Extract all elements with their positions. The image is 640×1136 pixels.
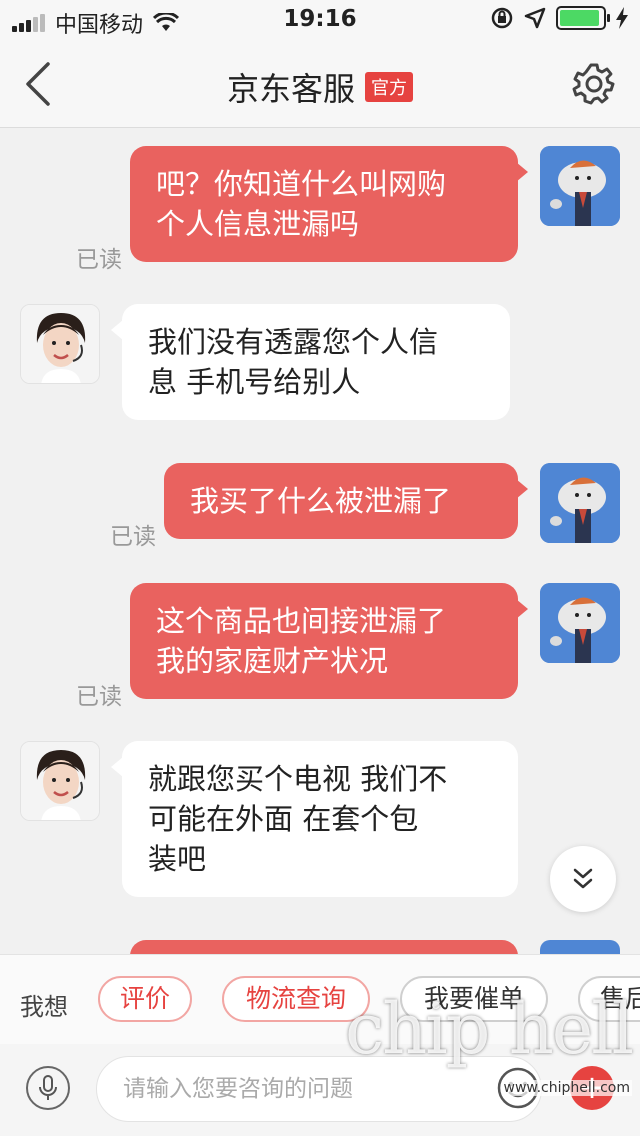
message-line: 个人信息泄漏吗 [156, 207, 360, 241]
chevron-double-down-icon [573, 868, 593, 889]
title-group: 京东客服 官方 [0, 64, 640, 110]
agent-avatar[interactable] [20, 741, 100, 821]
message-bubble-agent[interactable]: 就跟您买个电视 我们不 可能在外面 在套个包 装吧 [111, 741, 518, 897]
voice-button[interactable] [26, 1066, 70, 1110]
user-avatar[interactable] [540, 583, 620, 663]
quick-action-bar: 我想 评价 物流查询 我要催单 售后 [0, 954, 640, 1044]
message-row-user: 我买了什么被泄漏了 已读 [0, 463, 640, 553]
more-button[interactable]: + [570, 1066, 614, 1110]
message-line: 吧？你知道什么叫网购 [156, 167, 447, 201]
lock-rotation-icon [491, 7, 513, 29]
gear-icon[interactable] [572, 62, 616, 106]
user-avatar-icon [540, 463, 620, 543]
status-bar: 中国移动 19:16 [0, 0, 640, 40]
message-row-agent: 我们没有透露您个人信 息 手机号给别人 [0, 304, 640, 434]
user-avatar[interactable] [540, 146, 620, 226]
input-bar: 请输入您要咨询的问题 + [0, 1044, 640, 1136]
quick-action-label: 我想 [20, 993, 68, 1021]
agent-avatar-icon [21, 742, 99, 820]
location-arrow-icon [524, 7, 546, 29]
page-title: 京东客服 [226, 70, 355, 108]
message-line: 可能在外面 在套个包 [148, 802, 419, 836]
chat-area[interactable]: 吧？你知道什么叫网购 个人信息泄漏吗 已读 我们没有透露您个人信 息 手机号给别… [0, 128, 640, 954]
user-avatar-icon [540, 146, 620, 226]
user-avatar-partial [540, 940, 620, 954]
read-status: 已读 [76, 247, 122, 273]
message-bubble-agent[interactable]: 我们没有透露您个人信 息 手机号给别人 [111, 304, 510, 420]
message-line: 我的家庭财产状况 [156, 644, 389, 678]
message-line: 息 手机号给别人 [148, 365, 361, 399]
message-bubble-user-partial[interactable] [130, 940, 518, 954]
message-line: 装吧 [148, 842, 207, 876]
message-line: 我们没有透露您个人信 [148, 325, 439, 359]
nav-bar: 京东客服 官方 [0, 40, 640, 128]
message-line: 这个商品也间接泄漏了 [156, 604, 447, 638]
chip-review[interactable]: 评价 [98, 976, 192, 1022]
charging-bolt-icon [616, 7, 628, 29]
mic-icon [39, 1075, 57, 1100]
user-avatar-icon [540, 583, 620, 663]
message-input[interactable]: 请输入您要咨询的问题 [96, 1056, 542, 1122]
message-row-user: 这个商品也间接泄漏了 我的家庭财产状况 已读 [0, 583, 640, 713]
chip-after-sales[interactable]: 售后 [578, 976, 640, 1022]
message-row-user: 吧？你知道什么叫网购 个人信息泄漏吗 已读 [0, 146, 640, 276]
message-line: 就跟您买个电视 我们不 [148, 762, 448, 796]
message-bubble-user[interactable]: 我买了什么被泄漏了 [164, 463, 528, 539]
message-row-agent: 就跟您买个电视 我们不 可能在外面 在套个包 装吧 [0, 741, 640, 911]
chip-urge-order[interactable]: 我要催单 [400, 976, 548, 1022]
message-row-user-partial [0, 940, 640, 954]
official-badge: 官方 [365, 72, 413, 102]
user-avatar[interactable] [540, 463, 620, 543]
emoji-icon[interactable] [496, 1066, 540, 1110]
plus-icon: + [578, 1068, 606, 1106]
scroll-to-bottom-button[interactable] [550, 846, 616, 912]
battery-icon [556, 6, 610, 30]
read-status: 已读 [76, 684, 122, 710]
agent-avatar-icon [21, 305, 99, 383]
chip-logistics[interactable]: 物流查询 [222, 976, 370, 1022]
message-bubble-user[interactable]: 这个商品也间接泄漏了 我的家庭财产状况 [130, 583, 528, 699]
status-bar-right [490, 6, 628, 30]
agent-avatar[interactable] [20, 304, 100, 384]
message-bubble-user[interactable]: 吧？你知道什么叫网购 个人信息泄漏吗 [130, 146, 528, 262]
message-line: 我买了什么被泄漏了 [190, 484, 452, 518]
read-status: 已读 [110, 524, 156, 550]
